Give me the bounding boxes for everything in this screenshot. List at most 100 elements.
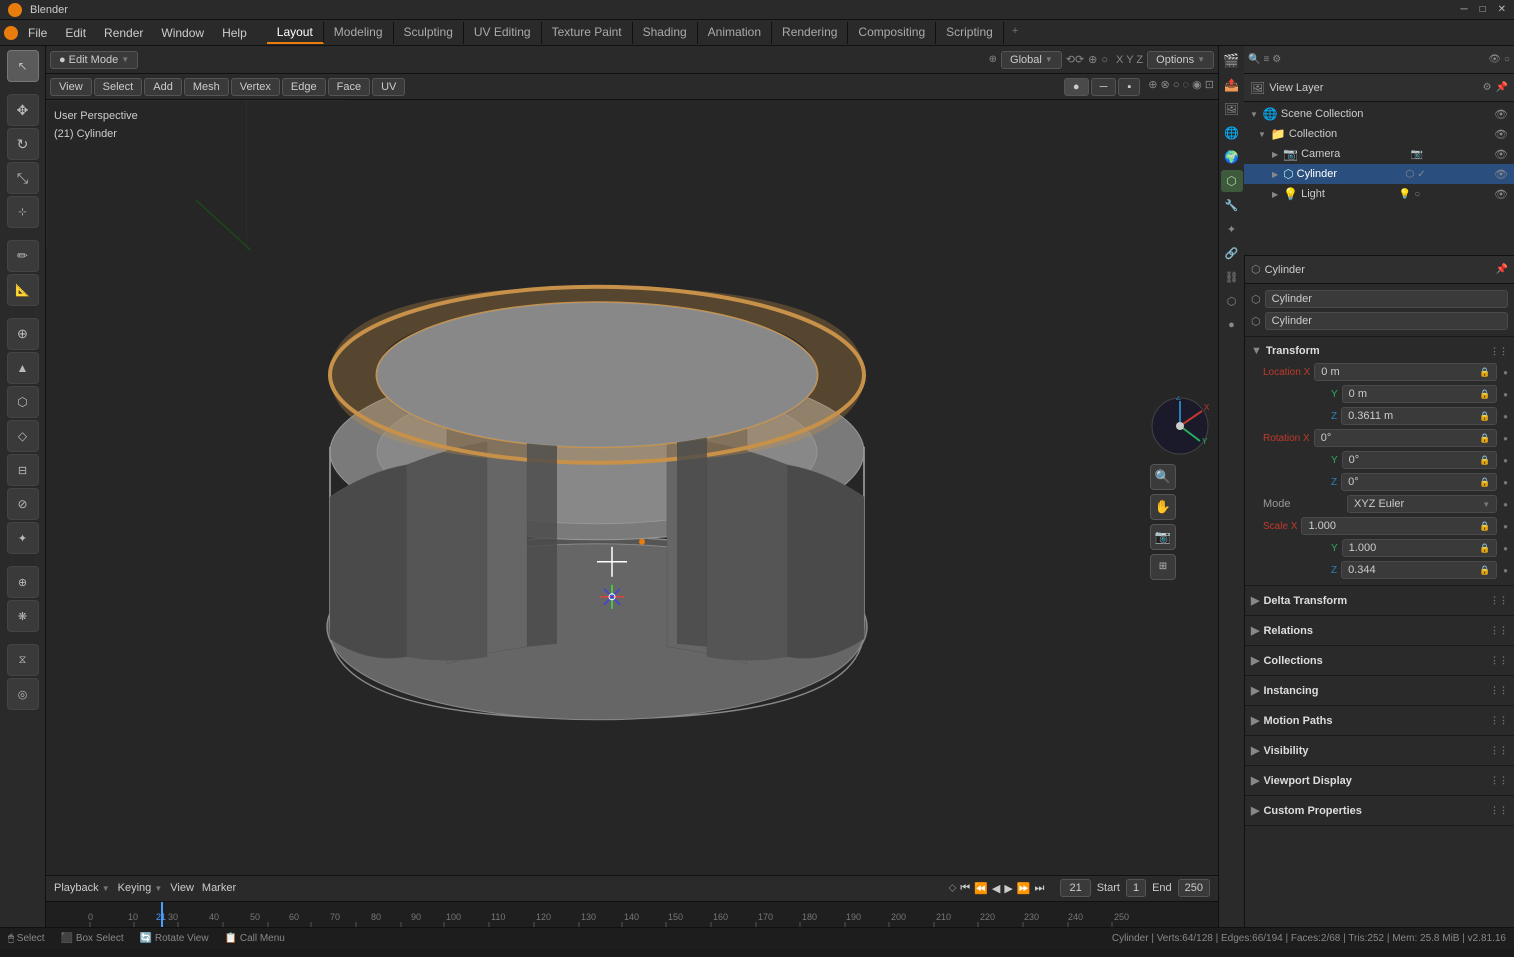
scale-z-dot[interactable]: ● — [1503, 566, 1508, 575]
output-props-icon[interactable]: 📤 — [1221, 74, 1243, 96]
end-frame-display[interactable]: 250 — [1178, 879, 1210, 897]
measure-tool-button[interactable]: 📐 — [7, 274, 39, 306]
custom-props-header[interactable]: ▶ Custom Properties ⋮⋮ — [1251, 800, 1508, 821]
light-item[interactable]: ▶ 💡 Light 💡 ○ 👁 — [1244, 184, 1514, 204]
outliner-restrict-filter[interactable]: ○ — [1504, 54, 1510, 65]
scale-x-dot[interactable]: ● — [1503, 522, 1508, 531]
delta-options-icon[interactable]: ⋮⋮ — [1490, 595, 1508, 606]
scene-collection-item[interactable]: ▼ 🌐 Scene Collection 👁 — [1244, 104, 1514, 124]
options-dropdown[interactable]: Options ▼ — [1147, 51, 1214, 69]
menu-file[interactable]: File — [20, 23, 55, 43]
tab-texture-paint[interactable]: Texture Paint — [542, 22, 633, 44]
jump-start-button[interactable]: ⏮ — [960, 882, 970, 895]
inset-tool-button[interactable]: ⬡ — [7, 386, 39, 418]
light-eye-icon[interactable]: 👁 — [1494, 188, 1508, 201]
location-y-dot[interactable]: ● — [1503, 390, 1508, 399]
render-props-icon[interactable]: 🎬 — [1221, 50, 1243, 72]
menu-edit[interactable]: Edit — [57, 23, 94, 43]
keying-menu[interactable]: Keying ▼ — [118, 882, 163, 894]
rotation-y-field[interactable]: 0° 🔒 — [1342, 451, 1497, 469]
cylinder-eye-icon[interactable]: 👁 — [1494, 168, 1508, 181]
vertex-select-btn[interactable]: ● — [1064, 78, 1089, 96]
camera-item[interactable]: ▶ 📷 Camera 📷 👁 — [1244, 144, 1514, 164]
step-back-button[interactable]: ⏪ — [974, 882, 988, 895]
particles-props-icon[interactable]: ✦ — [1221, 218, 1243, 240]
3d-viewport[interactable]: User Perspective (21) Cylinder X Y Z — [46, 100, 1218, 875]
current-frame-display[interactable]: 21 — [1060, 879, 1090, 897]
scale-z-field[interactable]: 0.344 🔒 — [1341, 561, 1497, 579]
transform-options-icon[interactable]: ⋮⋮ — [1490, 346, 1508, 357]
jump-end-button[interactable]: ⏭ — [1035, 882, 1045, 895]
camera-eye-icon[interactable]: 👁 — [1494, 148, 1508, 161]
scale-tool-button[interactable]: ⤡ — [7, 162, 39, 194]
view-layer-pin-icon[interactable]: 📌 — [1496, 82, 1508, 93]
loop-cut-tool-button[interactable]: ⊟ — [7, 454, 39, 486]
location-z-dot[interactable]: ● — [1503, 412, 1508, 421]
viewport-display-options-icon[interactable]: ⋮⋮ — [1490, 775, 1508, 786]
scene-collection-eye-icon[interactable]: 👁 — [1494, 108, 1508, 121]
local-view-button[interactable]: ⊞ — [1150, 554, 1176, 580]
instancing-options-icon[interactable]: ⋮⋮ — [1490, 685, 1508, 696]
custom-props-options-icon[interactable]: ⋮⋮ — [1490, 805, 1508, 816]
bisect-tool-button[interactable]: ✦ — [7, 522, 39, 554]
tab-sculpting[interactable]: Sculpting — [394, 22, 464, 44]
props-pin-icon[interactable]: 📌 — [1496, 264, 1508, 275]
tab-rendering[interactable]: Rendering — [772, 22, 848, 44]
modifier-props-icon[interactable]: 🔧 — [1221, 194, 1243, 216]
rotation-z-field[interactable]: 0° 🔒 — [1341, 473, 1497, 491]
menu-window[interactable]: Window — [153, 23, 212, 43]
zoom-button[interactable]: 🔍 — [1150, 464, 1176, 490]
relations-header[interactable]: ▶ Relations ⋮⋮ — [1251, 620, 1508, 641]
data-name-field[interactable]: Cylinder — [1265, 312, 1508, 330]
mode-dropdown[interactable]: ● Edit Mode ▼ — [50, 51, 138, 69]
annotate-tool-button[interactable]: ✏ — [7, 240, 39, 272]
rotation-mode-dot[interactable]: ● — [1503, 500, 1508, 509]
physics-props-icon[interactable]: 🔗 — [1221, 242, 1243, 264]
location-y-field[interactable]: 0 m 🔒 — [1342, 385, 1497, 403]
object-data-props-icon[interactable]: ⬡ — [1221, 290, 1243, 312]
location-x-dot[interactable]: ● — [1503, 368, 1508, 377]
object-name-field[interactable]: Cylinder — [1265, 290, 1508, 308]
vertex-menu[interactable]: Vertex — [231, 78, 280, 96]
tab-shading[interactable]: Shading — [633, 22, 698, 44]
uv-menu[interactable]: UV — [372, 78, 405, 96]
view-layer-settings-icon[interactable]: ⚙ — [1483, 82, 1492, 93]
transform-dropdown[interactable]: Global ▼ — [1001, 51, 1062, 69]
minimize-button[interactable]: ─ — [1460, 4, 1467, 15]
world-props-icon[interactable]: 🌍 — [1221, 146, 1243, 168]
vertex-slide-tool-button[interactable]: ⊕ — [7, 566, 39, 598]
collections-header[interactable]: ▶ Collections ⋮⋮ — [1251, 650, 1508, 671]
move-tool-button[interactable]: ✥ — [7, 94, 39, 126]
constraints-props-icon[interactable]: ⛓ — [1221, 266, 1243, 288]
collections-options-icon[interactable]: ⋮⋮ — [1490, 655, 1508, 666]
add-menu[interactable]: Add — [144, 78, 182, 96]
transform-section-header[interactable]: ▼ Transform ⋮⋮ — [1251, 341, 1508, 361]
tab-animation[interactable]: Animation — [698, 22, 772, 44]
cylinder-item[interactable]: ▶ ⬡ Cylinder ⬡ ✓ 👁 — [1244, 164, 1514, 184]
play-button[interactable]: ▶ — [1004, 882, 1012, 895]
extrude-tool-button[interactable]: ▲ — [7, 352, 39, 384]
scale-y-dot[interactable]: ● — [1503, 544, 1508, 553]
bevel-tool-button[interactable]: ◇ — [7, 420, 39, 452]
material-props-icon[interactable]: ● — [1221, 314, 1243, 336]
tab-layout[interactable]: Layout — [267, 22, 324, 44]
rotate-tool-button[interactable]: ↻ — [7, 128, 39, 160]
menu-help[interactable]: Help — [214, 23, 255, 43]
camera-view-button[interactable]: 📷 — [1150, 524, 1176, 550]
tab-uv-editing[interactable]: UV Editing — [464, 22, 542, 44]
maximize-button[interactable]: □ — [1480, 4, 1486, 15]
relations-options-icon[interactable]: ⋮⋮ — [1490, 625, 1508, 636]
rotation-x-dot[interactable]: ● — [1503, 434, 1508, 443]
close-button[interactable]: ✕ — [1498, 4, 1506, 15]
marker-menu[interactable]: Marker — [202, 882, 236, 894]
add-tool-button[interactable]: ⊕ — [7, 318, 39, 350]
scale-x-field[interactable]: 1.000 🔒 — [1301, 517, 1497, 535]
location-x-field[interactable]: 0 m 🔒 — [1314, 363, 1497, 381]
shear-tool-button[interactable]: ⧖ — [7, 644, 39, 676]
nav-gizmo[interactable]: X Y Z — [1150, 396, 1210, 456]
face-menu[interactable]: Face — [328, 78, 370, 96]
delta-transform-header[interactable]: ▶ Delta Transform ⋮⋮ — [1251, 590, 1508, 611]
rotation-mode-dropdown[interactable]: XYZ Euler ▼ — [1347, 495, 1497, 513]
collection-eye-icon[interactable]: 👁 — [1494, 128, 1508, 141]
visibility-options-icon[interactable]: ⋮⋮ — [1490, 745, 1508, 756]
